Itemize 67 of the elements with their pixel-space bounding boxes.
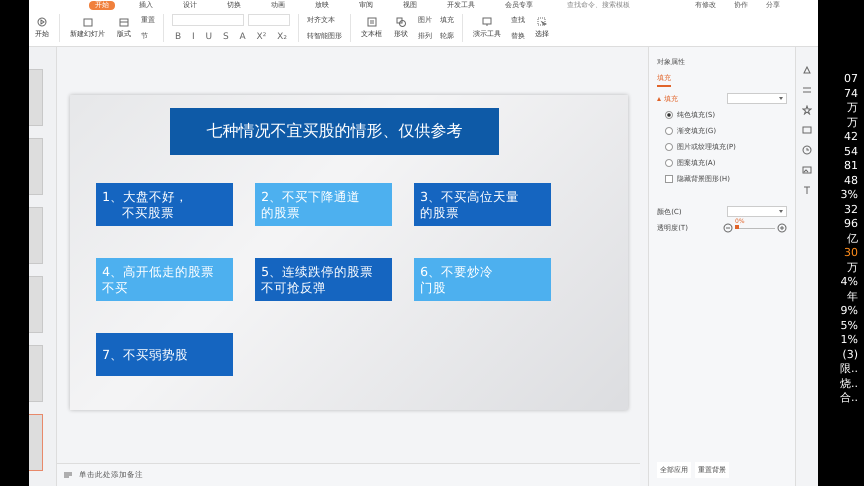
format-button[interactable]: B (172, 32, 184, 42)
text-box: 4、高开低走的股票 不买 (96, 258, 234, 301)
caret-icon (779, 97, 784, 100)
minus-icon[interactable] (723, 223, 734, 233)
quote-value: 5% (840, 318, 858, 333)
text-box-icon[interactable] (366, 17, 376, 27)
caret-icon (779, 210, 784, 213)
font-size-field[interactable] (248, 14, 290, 26)
text-box: 5、连续跌停的股票 不可抢反弹 (255, 258, 392, 301)
text-box: 7、不买弱势股 (96, 333, 234, 376)
quote-value: 烧.. (840, 376, 858, 391)
quote-value: 万 (847, 260, 858, 275)
quote-value: 亿 (847, 232, 858, 246)
slide-thumbnail[interactable] (29, 138, 43, 195)
screen-icon[interactable] (482, 17, 492, 27)
image-icon[interactable] (802, 165, 812, 175)
window-icon[interactable] (802, 125, 812, 135)
layout-icon[interactable] (119, 17, 129, 27)
quote-value: 万 (847, 116, 858, 130)
format-button[interactable]: I (189, 32, 198, 42)
quote-value: 81 (844, 159, 858, 174)
quote-value: 限.. (840, 362, 858, 376)
text-box: 1、大盘不好， 不买股票 (96, 183, 234, 226)
quote-value: 96 (844, 217, 858, 232)
cursor-icon[interactable] (537, 17, 547, 27)
shapes-icon[interactable] (396, 17, 406, 27)
quote-value: 42 (844, 130, 858, 144)
text-icon[interactable] (802, 185, 812, 195)
star-icon[interactable] (802, 105, 812, 115)
quote-value: 74 (844, 86, 858, 101)
quote-value: 54 (844, 144, 858, 159)
format-button[interactable]: A (236, 32, 249, 42)
shape-icon[interactable] (802, 65, 812, 75)
sliders-icon[interactable] (802, 85, 812, 95)
text-box: 2、不买下降通道 的股票 (255, 183, 392, 226)
slide-thumbnail[interactable] (29, 414, 43, 471)
quote-value: 1% (840, 333, 858, 348)
slide-thumbnail[interactable] (29, 276, 43, 333)
format-button[interactable]: U (202, 32, 216, 42)
text-box: 6、不要炒冷 门股 (414, 258, 552, 301)
color-dropdown[interactable] (727, 206, 788, 217)
quote-value: 32 (844, 202, 858, 217)
play-icon[interactable] (37, 17, 47, 27)
format-button[interactable]: X₂ (274, 32, 290, 42)
slide-thumbnail[interactable] (29, 69, 43, 126)
quote-value: 9% (840, 304, 858, 318)
collapse-caret-icon (657, 96, 662, 100)
slide-thumbnail[interactable] (29, 207, 43, 264)
plus-icon[interactable] (777, 223, 788, 233)
slide-title: 七种情况不宜买股的情形、仅供参考 (170, 108, 500, 155)
quote-value: 48 (844, 174, 858, 188)
quote-value: 4% (840, 275, 858, 290)
font-name-field[interactable] (172, 14, 244, 26)
text-box: 3、不买高位天量 的股票 (414, 183, 552, 226)
format-button[interactable]: S (220, 32, 232, 42)
quote-value: 07 (844, 72, 858, 86)
new-slide-icon[interactable] (82, 17, 92, 27)
quote-value: 万 (847, 101, 858, 116)
quote-value: 合.. (840, 391, 858, 406)
quote-value: 30 (844, 246, 858, 260)
notes-icon[interactable] (62, 470, 73, 480)
quote-value: (3) (842, 348, 858, 362)
clock-icon[interactable] (802, 145, 812, 155)
slide-thumbnail[interactable] (29, 345, 43, 402)
quote-value: 3% (840, 188, 858, 202)
format-button[interactable]: X² (254, 32, 270, 42)
quote-value: 年 (847, 290, 858, 304)
